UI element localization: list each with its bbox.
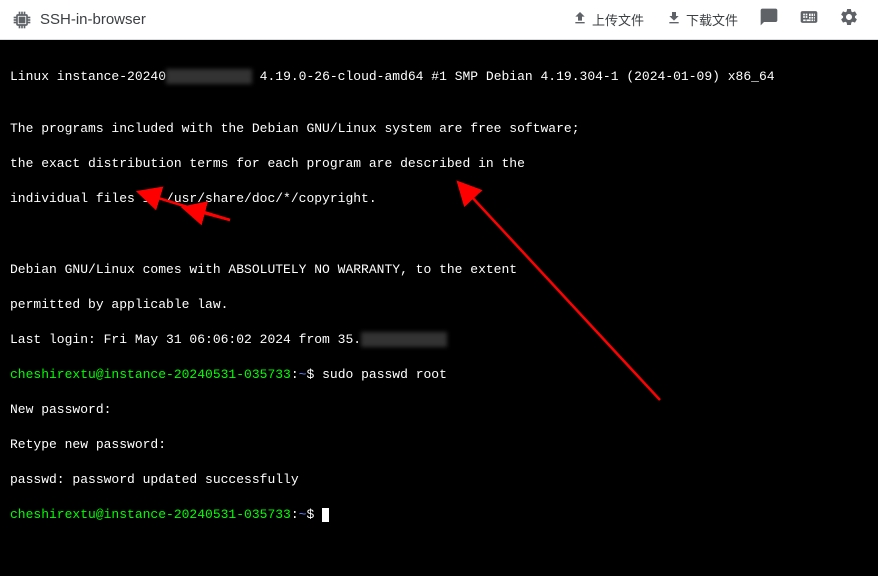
upload-label: 上传文件 — [592, 10, 644, 29]
terminal-line: Debian GNU/Linux comes with ABSOLUTELY N… — [10, 261, 868, 279]
toolbar-left: SSH-in-browser — [12, 10, 146, 30]
terminal-line: The programs included with the Debian GN… — [10, 120, 868, 138]
terminal-line: Last login: Fri May 31 06:06:02 2024 fro… — [10, 331, 868, 349]
prompt-user: cheshirextu@instance-20240531-035733 — [10, 367, 291, 382]
command: sudo passwd root — [322, 367, 447, 382]
app-title: SSH-in-browser — [40, 11, 146, 28]
terminal-line — [10, 225, 868, 243]
upload-button[interactable]: 上传文件 — [564, 4, 652, 35]
feedback-button[interactable] — [752, 3, 786, 37]
redacted-text: xxxxxxxxxxx — [166, 69, 252, 84]
download-button[interactable]: 下载文件 — [658, 4, 746, 35]
gear-icon — [839, 7, 859, 32]
prompt-user: cheshirextu@instance-20240531-035733 — [10, 507, 291, 522]
chat-icon — [759, 7, 779, 32]
cursor — [322, 508, 329, 522]
terminal-line: cheshirextu@instance-20240531-035733:~$ — [10, 506, 868, 524]
terminal-line: Retype new password: — [10, 436, 868, 454]
settings-button[interactable] — [832, 3, 866, 37]
upload-icon — [572, 10, 588, 29]
terminal-line: individual files in /usr/share/doc/*/cop… — [10, 190, 868, 208]
keyboard-button[interactable] — [792, 3, 826, 37]
toolbar: SSH-in-browser 上传文件 下载文件 — [0, 0, 878, 40]
chip-icon — [12, 10, 32, 30]
terminal-line: the exact distribution terms for each pr… — [10, 155, 868, 173]
keyboard-icon — [799, 7, 819, 32]
terminal-line: permitted by applicable law. — [10, 296, 868, 314]
download-icon — [666, 10, 682, 29]
terminal-line: Linux instance-20240xxxxxxxxxxx 4.19.0-2… — [10, 68, 868, 86]
redacted-text: xxxxxxxxxxx — [361, 332, 447, 347]
terminal-line: New password: — [10, 401, 868, 419]
terminal[interactable]: Linux instance-20240xxxxxxxxxxx 4.19.0-2… — [0, 40, 878, 513]
terminal-line: cheshirextu@instance-20240531-035733:~$ … — [10, 366, 868, 384]
terminal-line: passwd: password updated successfully — [10, 471, 868, 489]
download-label: 下载文件 — [686, 10, 738, 29]
toolbar-right: 上传文件 下载文件 — [564, 3, 866, 37]
